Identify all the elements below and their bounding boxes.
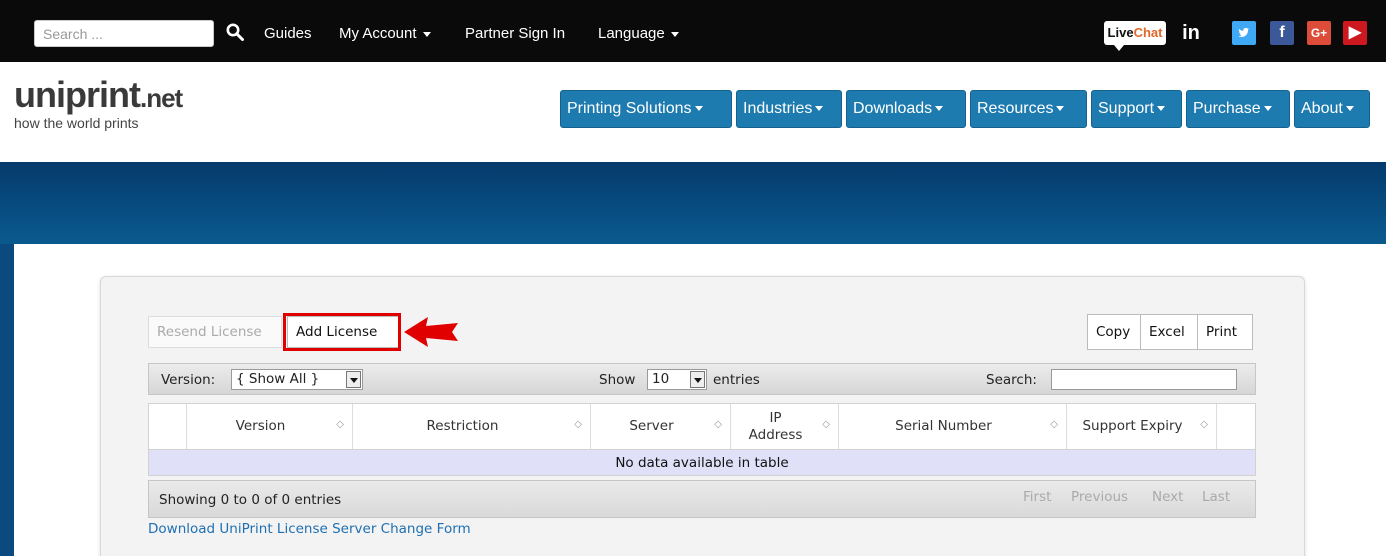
dropdown-arrow-icon [346, 371, 361, 388]
search-label: Search: [986, 372, 1037, 388]
google-plus-icon[interactable]: G+ [1307, 21, 1331, 45]
youtube-icon[interactable]: ▶ [1343, 21, 1367, 45]
menu-about[interactable]: About [1294, 90, 1370, 128]
resend-license-button[interactable]: Resend License [148, 316, 282, 348]
column-label: Version [235, 418, 286, 434]
menu-purchase[interactable]: Purchase [1186, 90, 1290, 128]
table-search-input[interactable] [1051, 369, 1237, 390]
pager-previous-button[interactable]: Previous [1071, 489, 1128, 505]
column-header-serial-number[interactable]: Serial Number ◇ [839, 404, 1067, 449]
livechat-live-text: Live [1107, 25, 1134, 40]
logo-word-main: uniprint [14, 74, 141, 115]
menu-label: Support [1098, 100, 1155, 117]
menu-label: Printing Solutions [567, 100, 692, 117]
livechat-button[interactable]: LiveChat [1104, 21, 1166, 51]
download-change-form-link[interactable]: Download UniPrint License Server Change … [148, 521, 471, 537]
empty-table-message: No data available in table [148, 450, 1256, 476]
excel-button[interactable]: Excel [1140, 314, 1198, 350]
pager-first-button[interactable]: First [1023, 489, 1051, 505]
twitter-bird-icon [1238, 27, 1250, 37]
chevron-down-icon [815, 106, 824, 112]
dropdown-arrow-icon [690, 371, 705, 388]
sort-icon: ◇ [1200, 419, 1208, 430]
menu-label: Resources [977, 100, 1054, 117]
menu-label: About [1301, 100, 1343, 117]
showing-entries-text: Showing 0 to 0 of 0 entries [159, 492, 342, 508]
facebook-icon[interactable]: f [1270, 21, 1294, 45]
add-license-highlight [283, 313, 401, 351]
menu-printing-solutions[interactable]: Printing Solutions [560, 90, 732, 128]
chevron-down-icon [422, 31, 431, 37]
sort-icon: ◇ [574, 419, 582, 430]
site-search-input[interactable] [34, 20, 214, 47]
logo-tagline: how the world prints [14, 115, 139, 131]
logo-wordmark: uniprint.net [14, 76, 254, 117]
chevron-down-icon [1056, 106, 1065, 112]
entries-label: entries [713, 372, 760, 388]
page-size-select[interactable]: 10 [647, 369, 707, 390]
column-label: Serial Number [895, 418, 992, 434]
language-label: Language [598, 25, 665, 42]
sort-icon: ◇ [714, 419, 722, 430]
column-label: Restriction [426, 418, 499, 434]
sort-icon: ◇ [336, 419, 344, 430]
chevron-down-icon [670, 31, 679, 37]
copy-button[interactable]: Copy [1087, 314, 1141, 350]
livechat-chat-text: Chat [1133, 25, 1163, 40]
table-footer: Showing 0 to 0 of 0 entries First Previo… [148, 480, 1256, 518]
search-icon[interactable] [226, 23, 244, 41]
pager-last-button[interactable]: Last [1202, 489, 1230, 505]
menu-industries[interactable]: Industries [736, 90, 842, 128]
twitter-icon[interactable] [1232, 21, 1256, 45]
table-toolbar: Version: { Show All } Show 10 entries Se… [148, 363, 1256, 395]
my-account-dropdown[interactable]: My Account [339, 25, 431, 42]
version-filter-value: { Show All } [236, 371, 320, 387]
chevron-down-icon [935, 106, 944, 112]
language-dropdown[interactable]: Language [598, 25, 679, 42]
uniprint-logo[interactable]: uniprint.net how the world prints [14, 76, 254, 146]
menu-downloads[interactable]: Downloads [846, 90, 966, 128]
column-header-extra [1217, 404, 1255, 449]
column-header-select[interactable] [149, 404, 187, 449]
column-label: IP Address [748, 409, 803, 443]
chevron-down-icon [1345, 106, 1354, 112]
version-filter-label: Version: [161, 372, 216, 388]
version-filter-select[interactable]: { Show All } [231, 369, 363, 390]
column-header-version[interactable]: Version ◇ [187, 404, 353, 449]
show-label: Show [599, 372, 636, 388]
menu-support[interactable]: Support [1091, 90, 1182, 128]
pointer-arrow-icon [404, 317, 458, 347]
top-bar: Guides My Account Partner Sign In Langua… [0, 0, 1386, 62]
logo-word-suffix: .net [139, 83, 183, 113]
left-accent-strip [0, 244, 14, 556]
page-size-value: 10 [652, 371, 670, 387]
pager-next-button[interactable]: Next [1152, 489, 1183, 505]
column-label: Server [629, 418, 674, 434]
print-button[interactable]: Print [1197, 314, 1253, 350]
column-header-support-expiry[interactable]: Support Expiry ◇ [1067, 404, 1217, 449]
column-label: Support Expiry [1082, 418, 1183, 434]
hero-banner [0, 162, 1386, 244]
guides-link[interactable]: Guides [264, 25, 312, 42]
my-account-label: My Account [339, 25, 417, 42]
chevron-down-icon [1263, 106, 1272, 112]
column-header-ip-address[interactable]: IP Address ◇ [731, 404, 839, 449]
linkedin-icon[interactable]: in [1177, 21, 1205, 45]
chevron-down-icon [694, 106, 703, 112]
sort-icon: ◇ [822, 419, 830, 430]
menu-label: Industries [743, 100, 813, 117]
partner-sign-in-link[interactable]: Partner Sign In [465, 25, 565, 42]
menu-label: Purchase [1193, 100, 1261, 117]
chevron-down-icon [1157, 106, 1166, 112]
sort-icon: ◇ [1050, 419, 1058, 430]
column-header-server[interactable]: Server ◇ [591, 404, 731, 449]
table-header-row: Version ◇ Restriction ◇ Server ◇ IP Address… [148, 403, 1256, 450]
menu-label: Downloads [853, 100, 933, 117]
menu-resources[interactable]: Resources [970, 90, 1087, 128]
column-header-restriction[interactable]: Restriction ◇ [353, 404, 591, 449]
